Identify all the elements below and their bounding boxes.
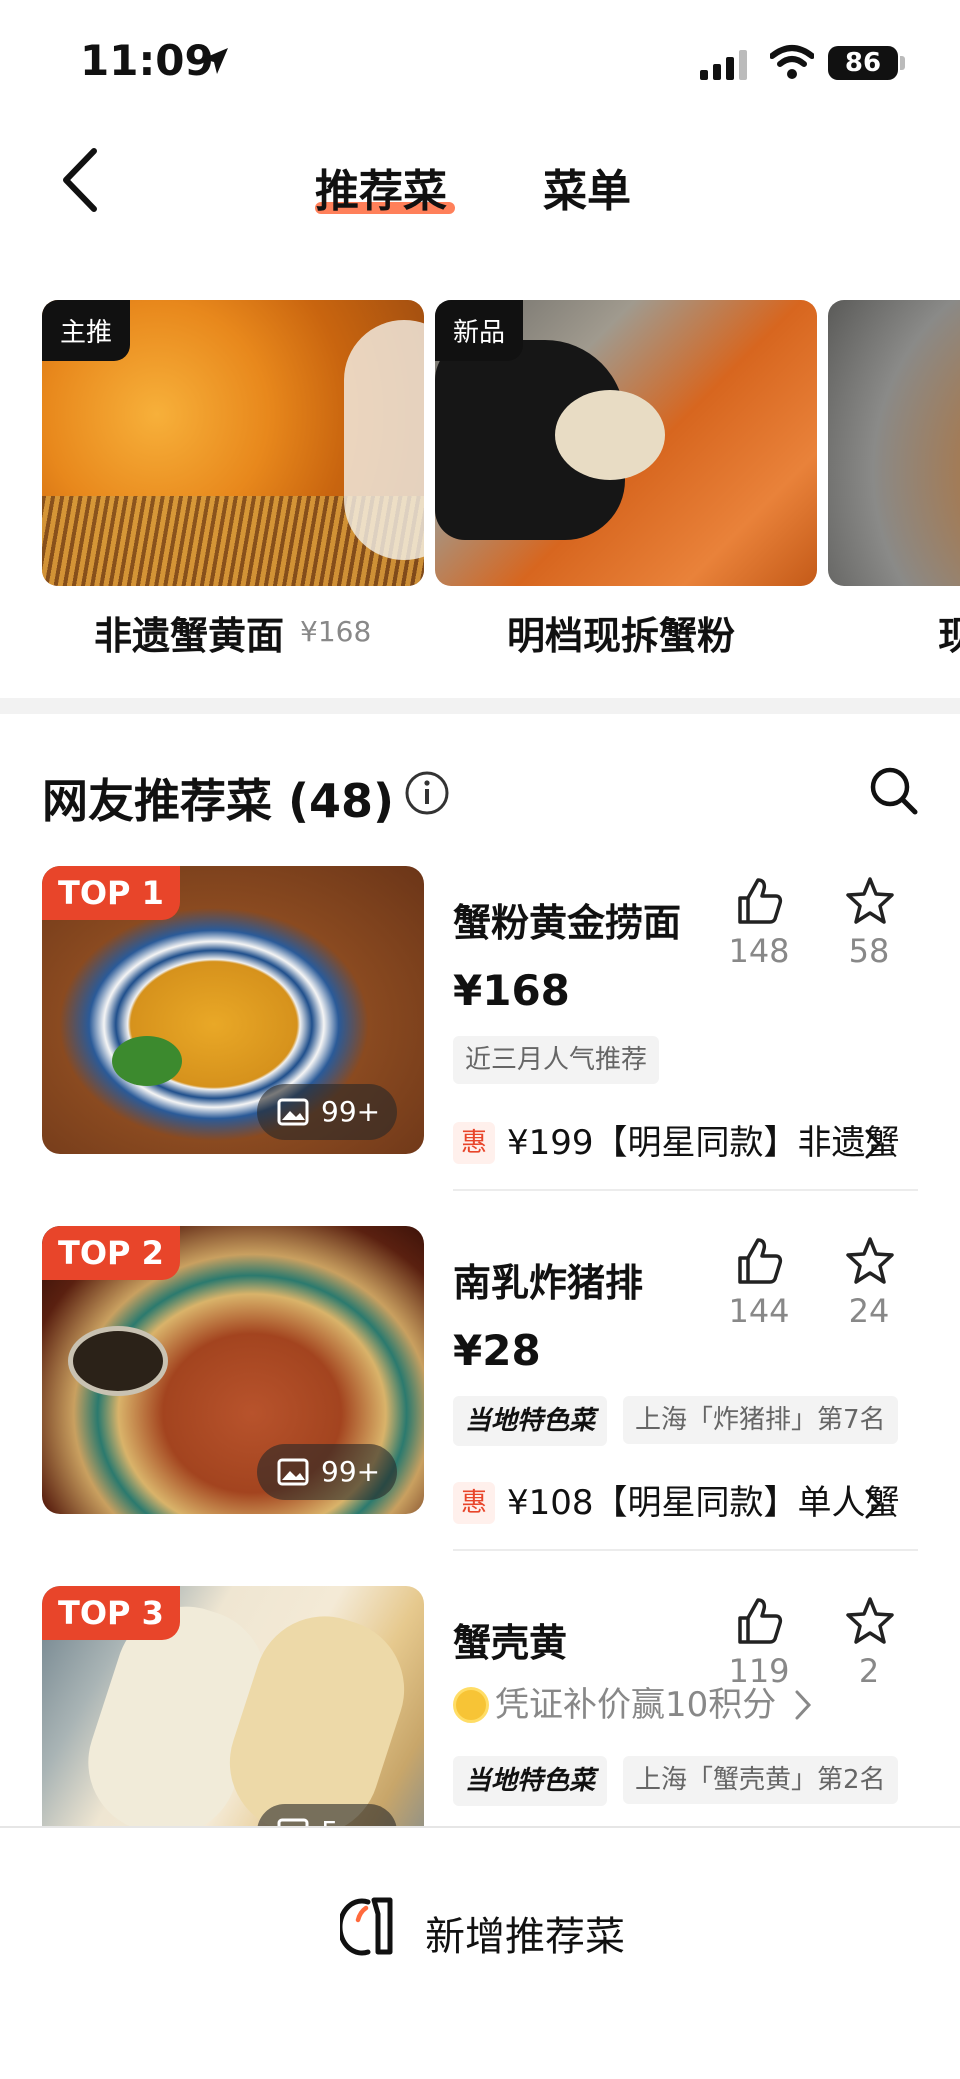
like-count: 144 <box>728 1292 790 1330</box>
featured-badge: 新品 <box>435 300 524 361</box>
tab-menu[interactable]: 菜单 <box>543 155 631 219</box>
add-recommendation-icon[interactable] <box>340 1894 400 1958</box>
promo-text: ¥108【明星同款】单人蟹 <box>507 1483 900 1523</box>
cellular-signal-icon <box>700 50 747 80</box>
coin-icon <box>453 1687 489 1723</box>
thumbs-up-icon[interactable] <box>734 1236 784 1286</box>
thumbs-up-icon[interactable] <box>734 1596 784 1646</box>
featured-title: 明档现拆蟹粉 <box>507 614 736 658</box>
plate-rim <box>344 320 424 560</box>
back-arrow-icon[interactable] <box>56 145 106 215</box>
image-icon <box>277 1458 309 1486</box>
search-icon[interactable] <box>868 765 920 817</box>
thumbs-up-icon[interactable] <box>734 876 784 926</box>
dish-name: 南乳炸猪排 <box>453 1261 644 1305</box>
add-recommendation-button[interactable]: 新增推荐菜 <box>425 1904 625 1962</box>
image-count-pill[interactable]: 99+ <box>257 1444 397 1500</box>
favorite-count: 58 <box>848 932 890 970</box>
favorite-count: 24 <box>848 1292 890 1330</box>
chevron-right-icon <box>795 1690 812 1720</box>
dish-name: 蟹粉黄金捞面 <box>453 901 682 945</box>
image-count: 99+ <box>321 1455 381 1488</box>
like-count: 148 <box>728 932 790 970</box>
rank-badge: TOP 1 <box>42 866 180 920</box>
featured-title: 现 <box>938 614 960 658</box>
featured-badge: 主推 <box>42 300 131 361</box>
location-arrow-icon <box>202 48 228 74</box>
local-specialty-tag: 当地特色菜 <box>453 1396 607 1446</box>
star-icon[interactable] <box>845 876 895 926</box>
row-divider <box>453 1549 918 1551</box>
rank-badge: TOP 2 <box>42 1226 180 1280</box>
status-bar: 11:09 86 <box>0 0 960 120</box>
dish-list-item[interactable]: TOP 1 99+ 蟹粉黄金捞面 ¥168 148 58 近三月人气推荐 惠 ¥… <box>0 866 960 1196</box>
ranking-tag[interactable]: 上海「蟹壳黄」第2名 <box>623 1756 898 1804</box>
wifi-icon <box>770 45 814 79</box>
promo-badge: 惠 <box>453 1482 495 1524</box>
bottom-action-bar: 新增推荐菜 <box>0 1826 960 2079</box>
section-separator <box>0 698 960 714</box>
dish-price: ¥28 <box>453 1326 541 1375</box>
favorite-count: 2 <box>858 1652 880 1690</box>
tab-recommended-dishes[interactable]: 推荐菜 <box>315 155 447 219</box>
promo-text: ¥199【明星同款】非遗蟹 <box>507 1123 900 1163</box>
row-divider <box>453 1189 918 1191</box>
rank-badge: TOP 3 <box>42 1586 180 1640</box>
featured-title: 非遗蟹黄面 <box>94 614 285 658</box>
battery-indicator: 86 <box>828 46 898 80</box>
featured-carousel[interactable]: 主推 非遗蟹黄面 ¥168 新品 明档现拆蟹粉 现 <box>0 300 960 660</box>
featured-image <box>828 300 960 586</box>
ranking-tag[interactable]: 上海「炸猪排」第7名 <box>623 1396 898 1444</box>
image-count: 99+ <box>321 1095 381 1128</box>
chevron-right-icon <box>865 1489 882 1519</box>
battery-tip <box>900 56 905 70</box>
broccoli-garnish <box>112 1036 182 1086</box>
star-icon[interactable] <box>845 1596 895 1646</box>
image-icon <box>277 1098 309 1126</box>
chevron-right-icon <box>865 1129 882 1159</box>
dish-price: ¥168 <box>453 966 570 1015</box>
list-title: 网友推荐菜 (48) <box>42 774 395 828</box>
local-specialty-tag: 当地特色菜 <box>453 1756 607 1806</box>
star-icon[interactable] <box>845 1236 895 1286</box>
dish-image[interactable]: TOP 2 99+ <box>42 1226 424 1514</box>
image-count-pill[interactable]: 99+ <box>257 1084 397 1140</box>
crab-shell <box>555 390 665 480</box>
promo-badge: 惠 <box>453 1122 495 1164</box>
featured-price: ¥168 <box>300 615 372 648</box>
info-icon[interactable] <box>404 770 450 816</box>
coupon-text: 凭证补价赢10积分 <box>495 1685 777 1725</box>
status-time: 11:09 <box>80 36 214 85</box>
dish-image[interactable]: TOP 1 99+ <box>42 866 424 1154</box>
dish-list-item[interactable]: TOP 2 99+ 南乳炸猪排 ¥28 144 24 当地特色菜 上海「炸猪排」… <box>0 1226 960 1556</box>
popularity-tag: 近三月人气推荐 <box>453 1036 660 1084</box>
sauce-dish <box>68 1326 168 1396</box>
dish-name: 蟹壳黄 <box>453 1621 568 1665</box>
